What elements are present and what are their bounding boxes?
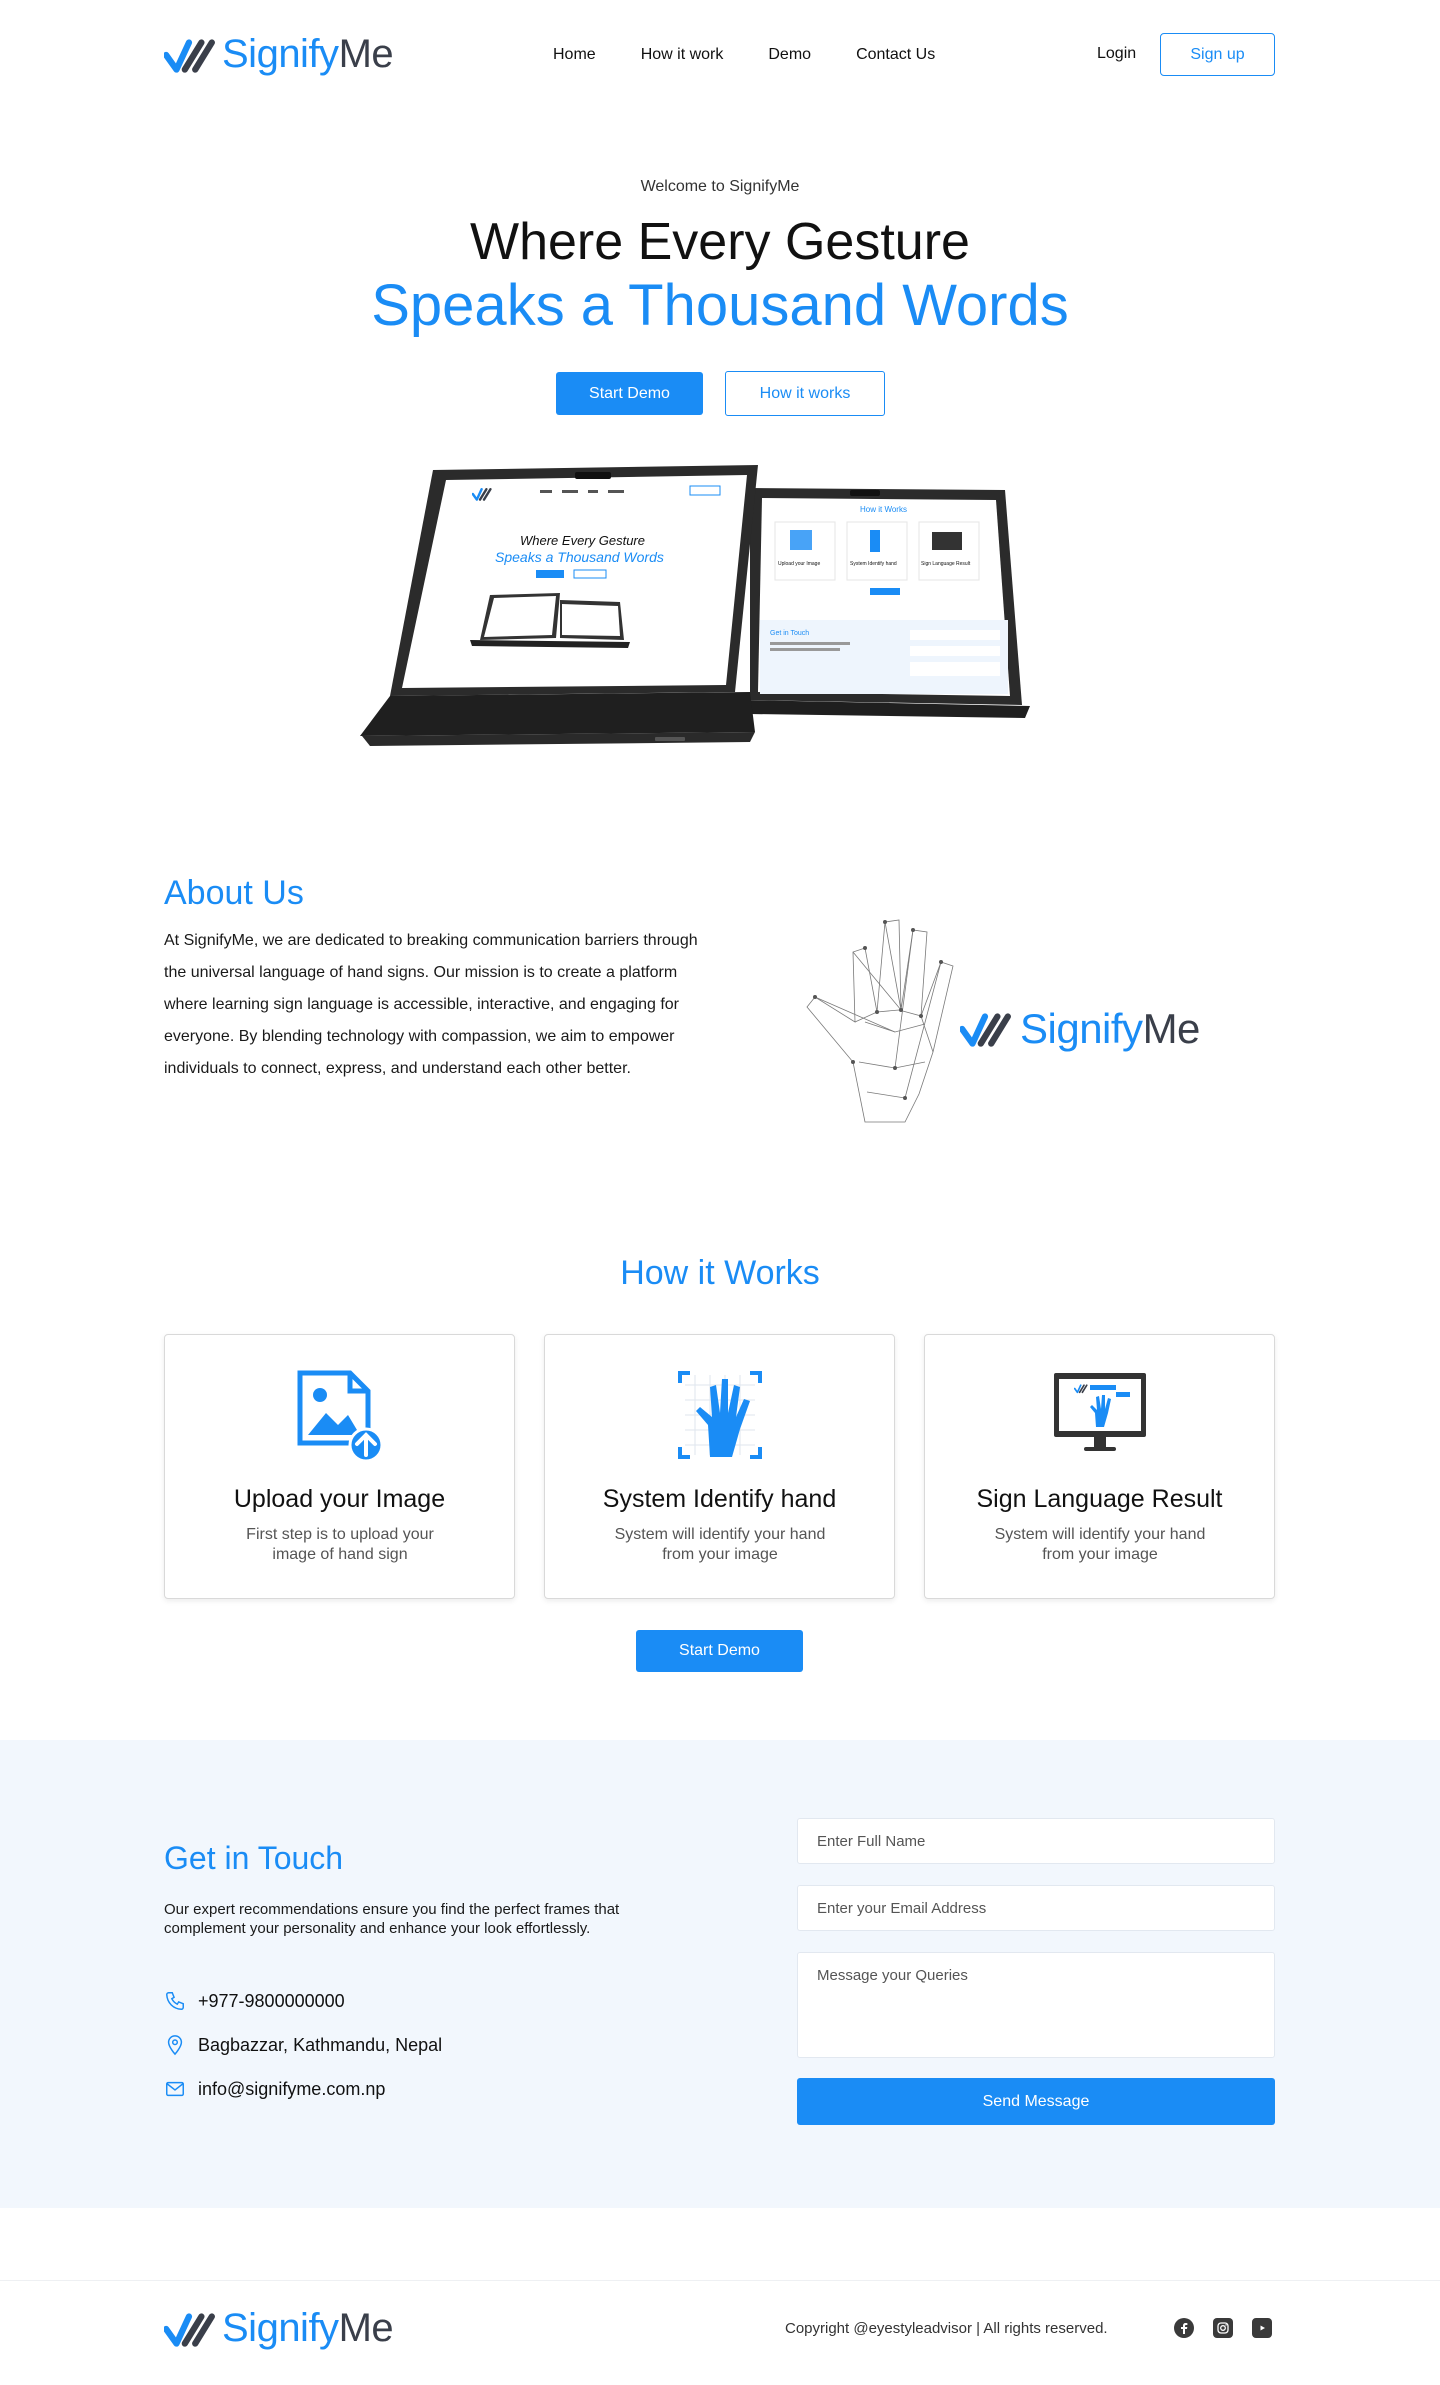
card-title: Sign Language Result xyxy=(976,1485,1223,1513)
contact-section: Get in Touch Our expert recommendations … xyxy=(0,1740,1440,2208)
card-title: Upload your Image xyxy=(233,1485,446,1513)
nav-item-how-it-work[interactable]: How it work xyxy=(641,46,724,64)
brand-name-part2: Me xyxy=(1142,1005,1201,1052)
phone-icon xyxy=(166,1992,184,2010)
right-laptop: How it Works Upload your Image System Id… xyxy=(745,488,1030,718)
brand-name-part1: Signify xyxy=(1020,1005,1143,1052)
contact-title: Get in Touch xyxy=(164,1840,344,1876)
card-desc: System will identify your hand from your… xyxy=(994,1526,1206,1563)
right-screen-contact-title: Get in Touch xyxy=(770,630,809,637)
hero-title-line1: Where Every Gesture xyxy=(470,213,970,271)
right-screen-step1: Upload your Image xyxy=(778,561,820,567)
card-title: System Identify hand xyxy=(602,1485,837,1513)
monitor-result-icon xyxy=(1054,1373,1146,1451)
location-pin-icon xyxy=(167,2035,183,2056)
brand-name-part2: Me xyxy=(338,32,394,76)
message-textarea[interactable]: Message your Queries xyxy=(797,1952,1275,2058)
contact-phone[interactable]: +977-9800000000 xyxy=(164,1990,345,2012)
how-card-identify: System Identify hand System will identif… xyxy=(544,1334,895,1599)
right-screen-title: How it Works xyxy=(860,505,907,514)
contact-address-text: Bagbazzar, Kathmandu, Nepal xyxy=(198,2034,443,2055)
youtube-icon[interactable] xyxy=(1252,2318,1272,2338)
left-screen-title2: Speaks a Thousand Words xyxy=(495,549,664,565)
login-link[interactable]: Login xyxy=(1097,45,1136,63)
about-title: About Us xyxy=(164,874,304,912)
about-brand-logo: Signify Me xyxy=(960,1005,1200,1053)
about-body: At SignifyMe, we are dedicated to breaki… xyxy=(164,932,698,1077)
site-header: Signify Me Home How it work Demo Contact… xyxy=(0,0,1440,112)
hero-eyebrow: Welcome to SignifyMe xyxy=(640,178,800,195)
copyright-text: Copyright @eyestyleadvisor | All rights … xyxy=(785,2320,1108,2337)
logo-mark-icon xyxy=(164,2307,216,2351)
mail-icon xyxy=(166,2081,184,2097)
hero-title-line2: Speaks a Thousand Words xyxy=(371,273,1069,338)
instagram-icon[interactable] xyxy=(1213,2318,1233,2338)
footer-brand-logo[interactable]: Signify Me xyxy=(164,2306,394,2351)
logo-mark-icon xyxy=(164,33,216,77)
how-it-works-title: How it Works xyxy=(620,1254,820,1292)
brand-name-part2: Me xyxy=(338,2306,394,2350)
send-message-button[interactable]: Send Message xyxy=(797,2078,1275,2125)
brand-name-part1: Signify xyxy=(222,2306,339,2350)
upload-image-icon xyxy=(297,1370,384,1463)
contact-address: Bagbazzar, Kathmandu, Nepal xyxy=(164,2034,442,2056)
right-screen-step3: Sign Language Result xyxy=(921,561,971,567)
how-card-upload: Upload your Image First step is to uploa… xyxy=(164,1334,515,1599)
card-desc: System will identify your hand from your… xyxy=(614,1526,826,1563)
nav-item-contact-us[interactable]: Contact Us xyxy=(856,46,935,64)
hand-scan-icon xyxy=(678,1371,762,1459)
email-input[interactable]: Enter your Email Address xyxy=(797,1885,1275,1931)
how-card-result: Sign Language Result System will identif… xyxy=(924,1334,1275,1599)
facebook-icon[interactable] xyxy=(1174,2318,1194,2338)
hero-how-it-works-button[interactable]: How it works xyxy=(725,371,885,416)
full-name-input[interactable]: Enter Full Name xyxy=(797,1818,1275,1864)
brand-name-part1: Signify xyxy=(222,32,339,76)
brand-logo[interactable]: Signify Me xyxy=(164,32,394,77)
footer-divider xyxy=(0,2280,1440,2281)
right-screen-step2: System Identify hand xyxy=(850,561,897,567)
contact-phone-text: +977-9800000000 xyxy=(198,1990,345,2011)
contact-email-text: info@signifyme.com.np xyxy=(198,2078,386,2099)
left-laptop: Where Every Gesture Speaks a Thousand Wo… xyxy=(360,465,758,746)
signup-button[interactable]: Sign up xyxy=(1160,33,1275,76)
hero-start-demo-button[interactable]: Start Demo xyxy=(556,372,703,415)
how-start-demo-button[interactable]: Start Demo xyxy=(636,1630,803,1672)
left-screen-title1: Where Every Gesture xyxy=(520,533,645,548)
contact-desc: Our expert recommendations ensure you fi… xyxy=(164,1901,620,1937)
nav-item-demo[interactable]: Demo xyxy=(768,46,811,64)
nav-item-home[interactable]: Home xyxy=(553,46,596,64)
card-desc: First step is to upload your image of ha… xyxy=(246,1526,434,1563)
main-nav: Home How it work Demo Contact Us xyxy=(553,46,935,64)
laptops-illustration: How it Works Upload your Image System Id… xyxy=(360,465,1030,746)
contact-email[interactable]: info@signifyme.com.np xyxy=(164,2078,385,2100)
logo-mark-icon xyxy=(960,1007,1012,1051)
